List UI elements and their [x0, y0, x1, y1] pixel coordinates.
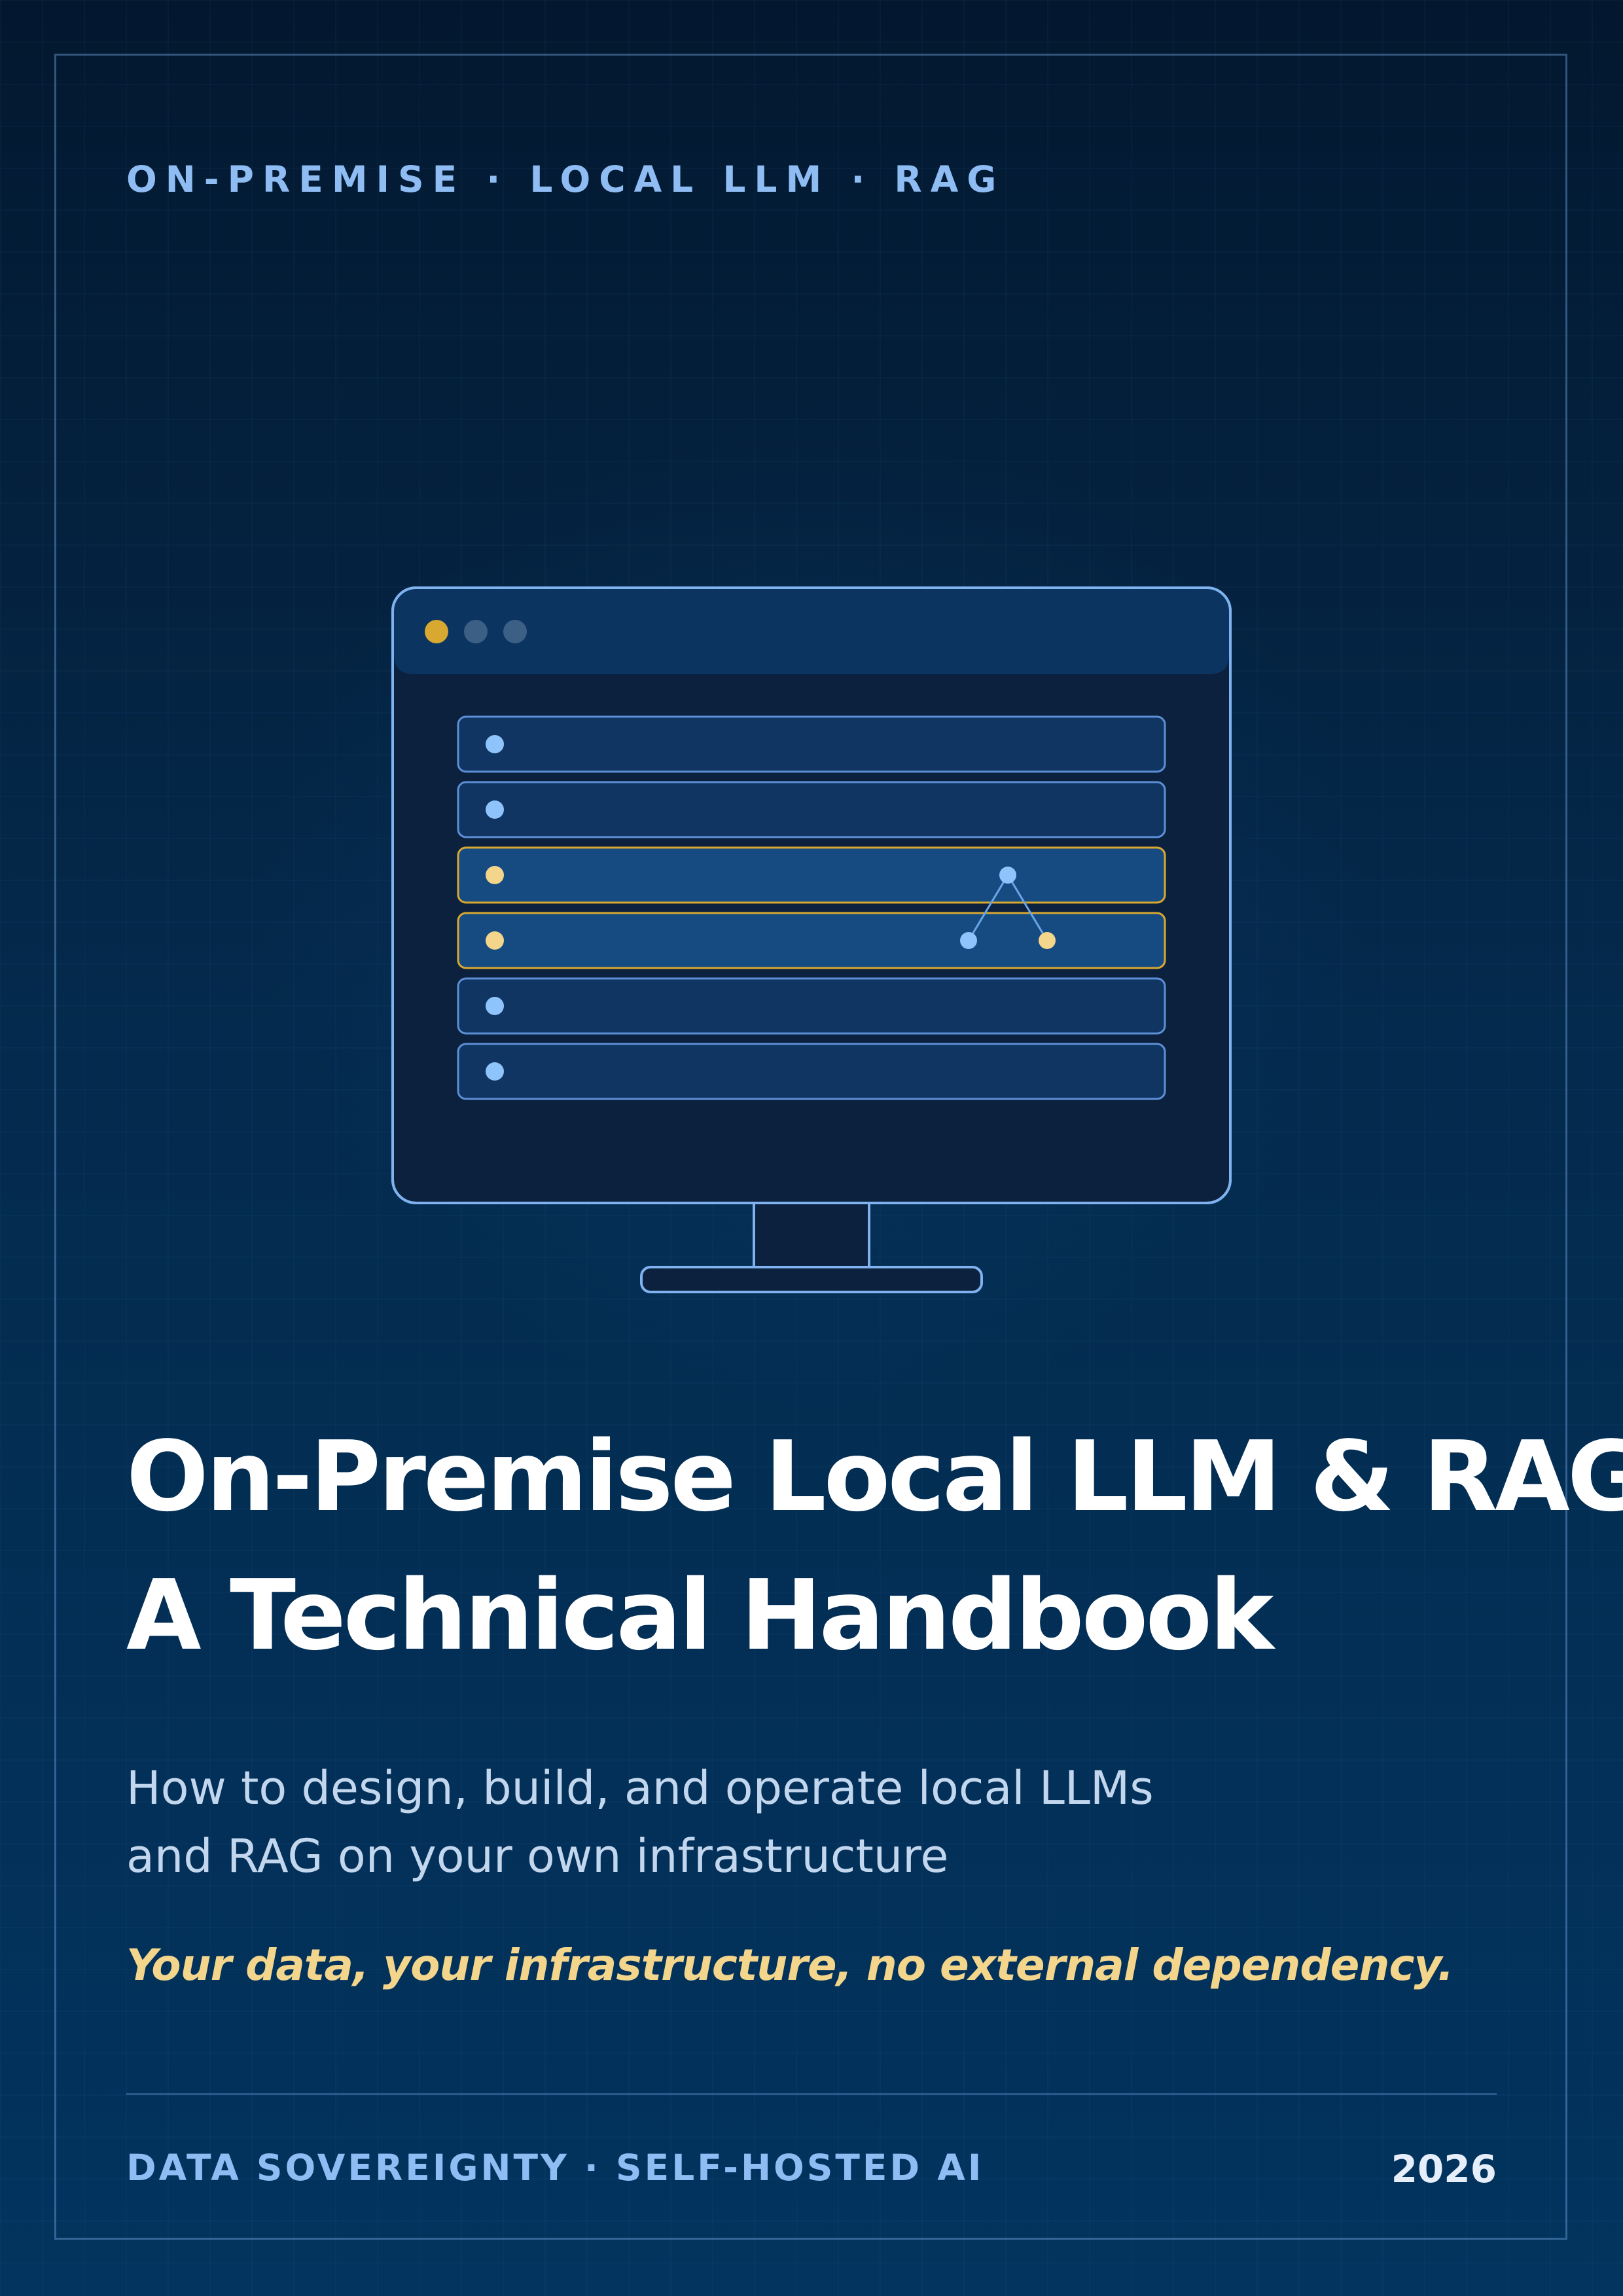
document-row — [457, 977, 1166, 1035]
window-dot-muted — [503, 620, 527, 643]
row-bullet — [486, 735, 504, 753]
document-row-highlighted — [457, 912, 1166, 969]
graph-node-highlighted — [1039, 932, 1056, 949]
footer-year: 2026 — [1391, 2147, 1497, 2191]
cover-title-line1: On-Premise Local LLM & RAG — [126, 1420, 1623, 1533]
footer-divider — [126, 2093, 1497, 2095]
row-bullet — [486, 800, 504, 819]
document-row — [457, 715, 1166, 773]
footer-keywords: DATA SOVEREIGNTY · SELF-HOSTED AI — [126, 2147, 984, 2189]
document-row-highlighted — [457, 846, 1166, 904]
graph-node — [999, 867, 1016, 884]
document-row — [457, 1043, 1166, 1100]
row-bullet-highlighted — [486, 931, 504, 950]
cover-tagline: Your data, your infrastructure, no exter… — [126, 1940, 1454, 1990]
row-bullet-highlighted — [486, 866, 504, 884]
monitor-base — [640, 1266, 983, 1293]
cover-subtitle: How to design, build, and operate local … — [126, 1754, 1154, 1890]
row-bullet — [486, 997, 504, 1015]
window-dot-accent — [425, 620, 448, 643]
window-dot-muted — [464, 620, 488, 643]
cover-title-line2: A Technical Handbook — [126, 1559, 1274, 1672]
row-bullet — [486, 1062, 504, 1081]
book-cover: ON-PREMISE · LOCAL LLM · RAG On-Premise … — [0, 0, 1623, 2296]
computer-monitor-icon — [391, 586, 1232, 1293]
cover-subtitle-line1: How to design, build, and operate local … — [126, 1761, 1154, 1815]
cover-subtitle-line2: and RAG on your own infrastructure — [126, 1829, 949, 1883]
monitor-neck — [753, 1202, 870, 1268]
cover-title: On-Premise Local LLM & RAG A Technical H… — [126, 1407, 1623, 1685]
graph-node — [960, 932, 977, 949]
document-row — [457, 781, 1166, 838]
